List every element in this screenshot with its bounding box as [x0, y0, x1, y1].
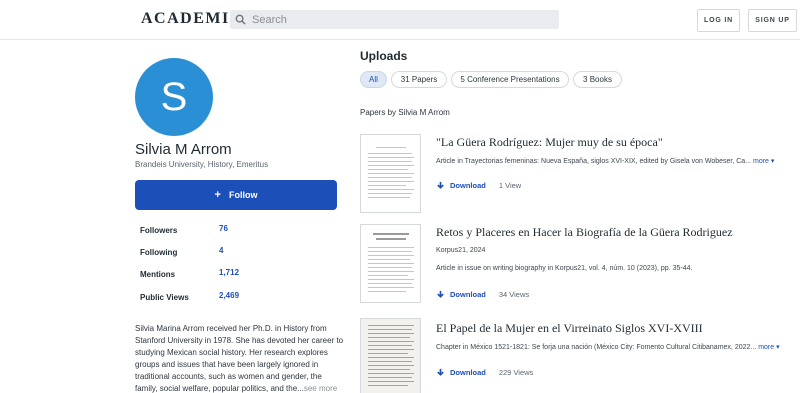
stat-value-mentions[interactable]: 1,712	[219, 268, 239, 277]
follow-button[interactable]: + Follow	[135, 180, 337, 210]
download-icon[interactable]	[436, 368, 445, 377]
view-count: 1 View	[498, 181, 522, 190]
stat-label-followers: Followers	[140, 226, 178, 235]
filter-papers[interactable]: 31 Papers	[391, 71, 447, 88]
paper-download-row: Download 229 Views	[436, 368, 533, 377]
signup-button[interactable]: SIGN UP	[748, 9, 797, 32]
login-button[interactable]: LOG IN	[697, 9, 740, 32]
paper-title[interactable]: El Papel de la Mujer en el Virreinato Si…	[436, 321, 703, 336]
paper-download-row: Download 1 View	[436, 181, 521, 190]
download-link[interactable]: Download	[450, 290, 486, 299]
stat-label-public-views: Public Views	[140, 293, 189, 302]
bio-text: Silvia Marina Arrom received her Ph.D. i…	[135, 324, 344, 393]
download-icon[interactable]	[436, 290, 445, 299]
top-header: ACADEMIA LOG IN SIGN UP	[0, 0, 800, 40]
filter-books[interactable]: 3 Books	[573, 71, 622, 88]
papers-by-heading: Papers by Silvia M Arrom	[360, 108, 450, 117]
more-label: more	[758, 344, 775, 351]
filter-all[interactable]: All	[360, 71, 387, 88]
paper-thumbnail[interactable]	[360, 318, 421, 393]
avatar: S	[135, 58, 213, 136]
paper-description: Chapter in México 1521-1821: Se forja un…	[436, 344, 757, 351]
more-link[interactable]: more ▾	[753, 158, 774, 165]
filter-conference-presentations[interactable]: 5 Conference Presentations	[451, 71, 569, 88]
paper-title[interactable]: Retos y Placeres en Hacer la Biografía d…	[436, 225, 733, 240]
paper-thumbnail[interactable]	[360, 224, 421, 303]
follow-label: Follow	[228, 190, 258, 200]
profile-affiliation[interactable]: Brandeis University, History, Emeritus	[135, 160, 268, 169]
paper-meta: Article in Trayectorias femeninas: Nueva…	[436, 157, 774, 165]
paper-download-row: Download 34 Views	[436, 290, 529, 299]
download-link[interactable]: Download	[450, 181, 486, 190]
paper-description: Article in issue on writing biography in…	[436, 265, 693, 272]
stat-value-followers[interactable]: 76	[219, 224, 228, 233]
stat-value-following[interactable]: 4	[219, 246, 223, 255]
profile-name: Silvia M Arrom	[135, 141, 232, 158]
paper-venue: Korpus21, 2024	[436, 247, 486, 254]
paper-description: Article in Trayectorias femeninas: Nueva…	[436, 158, 752, 165]
download-icon[interactable]	[436, 181, 445, 190]
plus-icon: +	[214, 189, 221, 201]
download-link[interactable]: Download	[450, 368, 486, 377]
paper-meta: Chapter in México 1521-1821: Se forja un…	[436, 343, 780, 351]
search-bar[interactable]	[230, 10, 559, 29]
uploads-title: Uploads	[360, 49, 408, 63]
caret-down-icon: ▾	[770, 158, 775, 165]
more-label: more	[752, 158, 769, 165]
caret-down-icon: ▾	[776, 344, 780, 351]
paper-thumbnail[interactable]	[360, 134, 421, 213]
see-more-link[interactable]: see more	[304, 384, 337, 393]
paper-title[interactable]: "La Güera Rodríguez: Mujer muy de su épo…	[436, 135, 663, 150]
search-input[interactable]	[252, 13, 542, 26]
stat-label-following: Following	[140, 248, 178, 257]
search-icon	[235, 14, 246, 25]
stat-value-public-views[interactable]: 2,469	[219, 291, 239, 300]
academia-logo[interactable]: ACADEMIA	[141, 10, 243, 28]
view-count: 229 Views	[498, 368, 534, 377]
more-link[interactable]: more ▾	[758, 344, 779, 351]
profile-bio: Silvia Marina Arrom received her Ph.D. i…	[135, 323, 345, 393]
stat-label-mentions: Mentions	[140, 270, 176, 279]
view-count: 34 Views	[498, 290, 530, 299]
